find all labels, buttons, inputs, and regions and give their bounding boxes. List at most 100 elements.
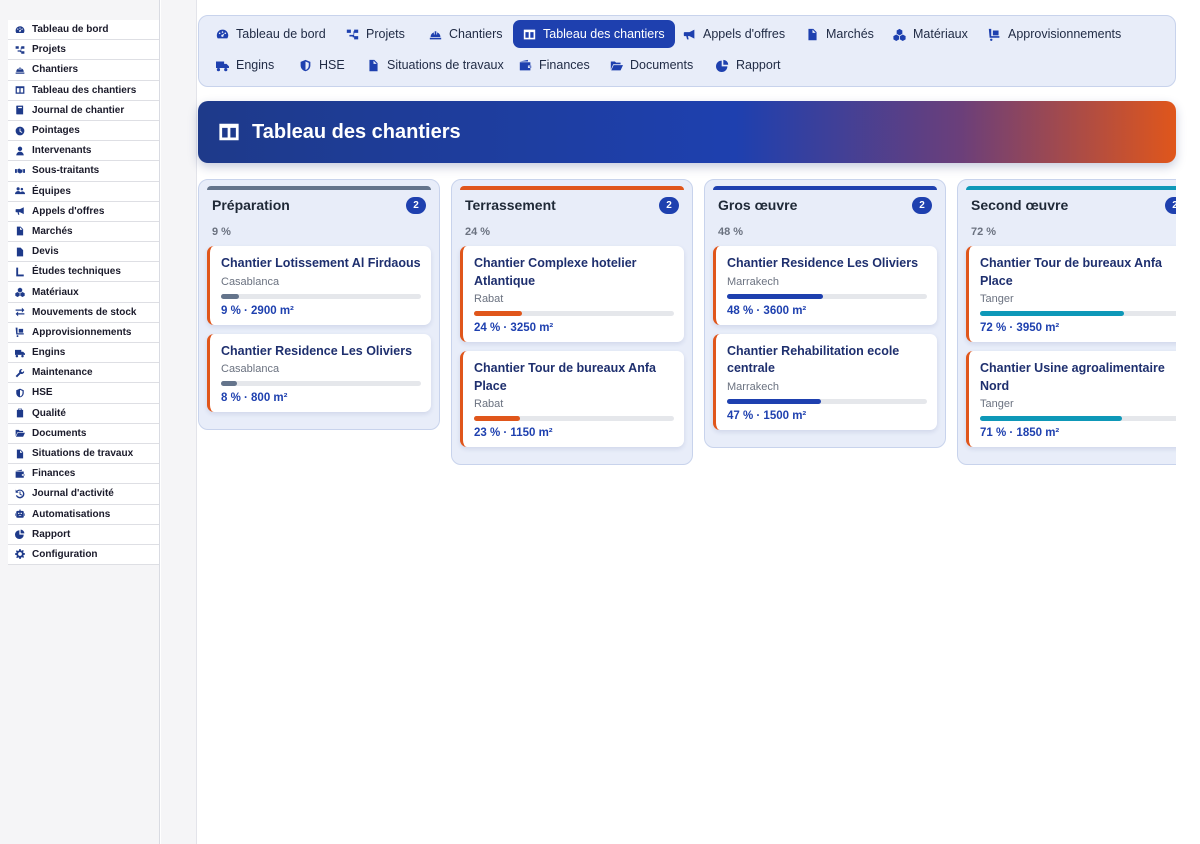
sidebar: Tableau de bord Projets Chantiers Tableau d… <box>0 0 160 844</box>
site-card[interactable]: Chantier Usine agroalimentaire Nord Tange… <box>966 351 1176 447</box>
column-count-badge: 2 <box>406 196 426 214</box>
site-card[interactable]: Chantier Residence Les Oliviers Casablanc… <box>207 333 431 412</box>
sidebar-item-gear[interactable]: Configuration <box>8 544 159 566</box>
sidebar-item-label: Chantiers <box>32 64 79 76</box>
column-title: Préparation <box>212 197 290 213</box>
progress-bar <box>221 381 421 386</box>
tab-shield[interactable]: HSE <box>289 51 355 79</box>
tab-file-lines[interactable]: Situations de travaux <box>357 51 514 79</box>
sidebar-item-dolly[interactable]: Approvisionnements <box>8 322 159 343</box>
sidebar-item-wrench[interactable]: Maintenance <box>8 363 159 384</box>
sidebar-item-file-lines[interactable]: Situations de travaux <box>8 443 159 465</box>
tab-label: Matériaux <box>913 27 968 41</box>
sidebar-item-label: Tableau de bord <box>32 24 109 36</box>
tab-cubes[interactable]: Matériaux <box>883 20 978 48</box>
progress-bar <box>727 398 927 404</box>
sidebar-item-handshake[interactable]: Sous-traitants <box>8 161 159 182</box>
clipboard-check-icon <box>8 408 32 418</box>
tab-label: Projets <box>366 27 405 41</box>
site-card[interactable]: Chantier Residence Les Oliviers Marrakech… <box>713 246 937 325</box>
columns-icon <box>523 28 543 41</box>
sidebar-item-folder-open[interactable]: Documents <box>8 423 159 444</box>
tab-sitemap[interactable]: Projets <box>336 20 415 48</box>
tab-label: Documents <box>630 58 694 72</box>
sidebar-item-robot[interactable]: Automatisations <box>8 504 159 525</box>
sidebar-item-ruler[interactable]: Études techniques <box>8 262 159 283</box>
column-count-badge: 2 <box>1165 196 1176 214</box>
column-progress: 48 % <box>718 226 744 238</box>
hardhat-icon <box>8 65 32 75</box>
sidebar-item-sitemap[interactable]: Projets <box>8 40 159 61</box>
sidebar-item-history[interactable]: Journal d'activité <box>8 484 159 505</box>
site-name: Chantier Usine agroalimentaire Nord <box>980 361 1165 393</box>
gauge-icon <box>216 28 236 41</box>
site-card[interactable]: Chantier Lotissement Al Firdaous Casablan… <box>207 246 431 325</box>
tab-truck[interactable]: Engins <box>206 51 284 79</box>
site-card[interactable]: Chantier Complexe hotelier Atlantique Rab… <box>460 246 684 342</box>
progress-bar-fill <box>221 293 239 299</box>
sidebar-item-exchange[interactable]: Mouvements de stock <box>8 302 159 323</box>
tab-wallet[interactable]: Finances <box>509 51 600 79</box>
tab-folder-open[interactable]: Documents <box>600 51 703 79</box>
site-card[interactable]: Chantier Tour de bureaux Anfa Place Tange… <box>966 246 1176 342</box>
site-meta: 72 % · 3950 m² <box>980 322 1060 334</box>
handshake-icon <box>8 166 32 176</box>
site-card[interactable]: Chantier Rehabilitation ecole centrale Ma… <box>713 333 937 430</box>
sidebar-item-truck[interactable]: Engins <box>8 343 159 364</box>
page-title: Tableau des chantiers <box>252 120 461 143</box>
sidebar-item-label: Matériaux <box>32 286 79 298</box>
column-title: Terrassement <box>465 197 556 213</box>
sidebar-item-users[interactable]: Équipes <box>8 181 159 202</box>
gauge-icon <box>8 25 32 35</box>
sidebar-item-label: Journal de chantier <box>32 104 125 116</box>
column-progress: 72 % <box>971 226 997 238</box>
sidebar-item-label: Sous-traitants <box>32 165 100 177</box>
kanban-column: Préparation 2 9 % Chantier Lotissement Al F… <box>198 179 440 430</box>
sidebar-item-pie-chart[interactable]: Rapport <box>8 524 159 545</box>
sidebar-item-shield[interactable]: HSE <box>8 383 159 404</box>
site-name: Chantier Residence Les Oliviers <box>221 343 413 358</box>
tab-hardhat[interactable]: Chantiers <box>419 20 513 48</box>
column-count-badge: 2 <box>659 196 679 214</box>
progress-bar-fill <box>221 381 237 386</box>
site-name: Chantier Residence Les Oliviers <box>727 256 919 270</box>
sidebar-item-label: Pointages <box>32 125 80 137</box>
site-meta: 9 % · 2900 m² <box>221 304 294 317</box>
tab-label: Tableau de bord <box>236 27 326 41</box>
sidebar-item-columns[interactable]: Tableau des chantiers <box>8 80 159 101</box>
wallet-icon <box>519 59 539 72</box>
sidebar-item-clipboard-check[interactable]: Qualité <box>8 403 159 424</box>
file-lines-icon <box>367 59 387 72</box>
sidebar-item-hardhat[interactable]: Chantiers <box>8 60 159 81</box>
sidebar-item-user[interactable]: Intervenants <box>8 141 159 162</box>
tab-columns[interactable]: Tableau des chantiers <box>513 20 675 48</box>
progress-bar-fill <box>727 293 823 299</box>
tab-pie-chart[interactable]: Rapport <box>706 51 790 79</box>
site-name: Chantier Tour de bureaux Anfa Place <box>474 361 656 393</box>
app-root: Tableau de bord Projets Chantiers Tableau d… <box>0 0 1200 844</box>
sidebar-item-megaphone[interactable]: Appels d'offres <box>8 201 159 222</box>
column-accent-bar <box>966 186 1176 190</box>
site-city: Tanger <box>980 293 1014 305</box>
tab-gauge[interactable]: Tableau de bord <box>206 20 336 48</box>
site-city: Marrakech <box>727 275 779 288</box>
sidebar-item-wallet[interactable]: Finances <box>8 464 159 485</box>
site-card[interactable]: Chantier Tour de bureaux Anfa Place Rabat… <box>460 351 684 447</box>
tab-dolly[interactable]: Approvisionnements <box>978 20 1131 48</box>
sidebar-item-label: Automatisations <box>32 508 111 520</box>
sidebar-item-file-contract[interactable]: Marchés <box>8 221 159 243</box>
tab-megaphone[interactable]: Appels d'offres <box>673 20 795 48</box>
sidebar-item-label: Finances <box>32 468 76 480</box>
sidebar-item-book[interactable]: Journal de chantier <box>8 100 159 121</box>
sidebar-item-gauge[interactable]: Tableau de bord <box>8 20 159 41</box>
shield-icon <box>8 388 32 398</box>
sidebar-item-file-invoice[interactable]: Devis <box>8 242 159 263</box>
sidebar-item-label: Journal d'activité <box>32 488 114 500</box>
sidebar-item-cubes[interactable]: Matériaux <box>8 282 159 303</box>
exchange-icon <box>8 307 32 317</box>
sidebar-item-clock[interactable]: Pointages <box>8 120 159 142</box>
history-icon <box>8 489 32 499</box>
site-meta: 23 % · 1150 m² <box>474 427 553 439</box>
tab-file-contract[interactable]: Marchés <box>796 20 884 48</box>
book-icon <box>8 105 32 115</box>
